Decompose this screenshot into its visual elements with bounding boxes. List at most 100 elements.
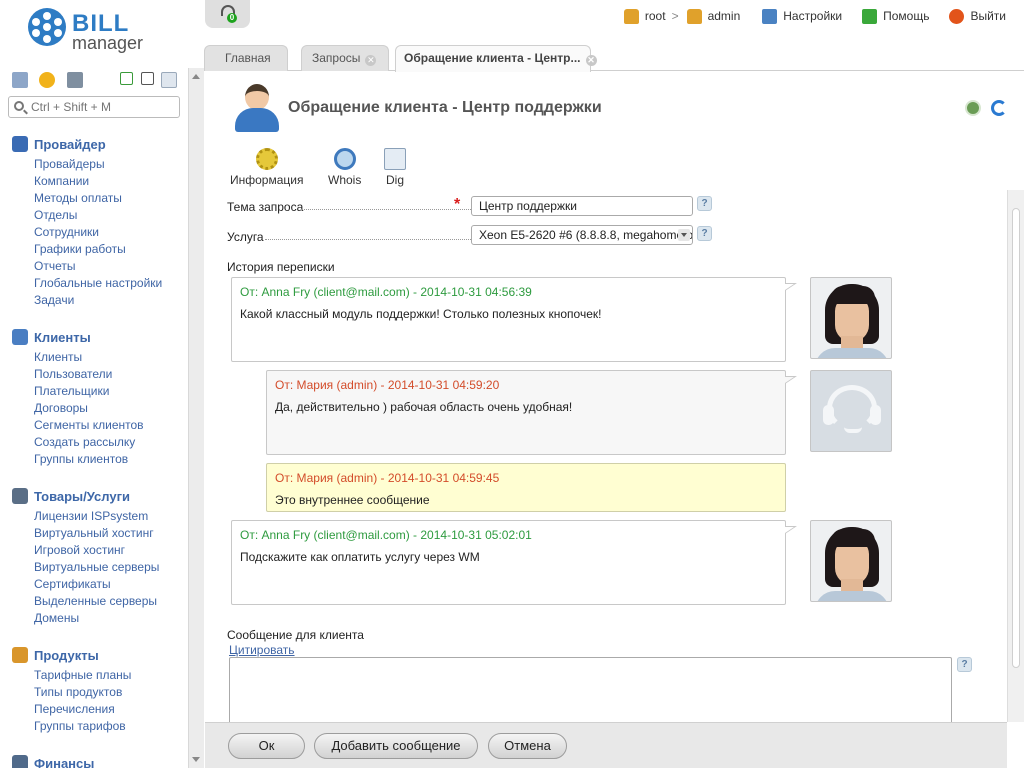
help-button[interactable]: ? <box>697 226 712 241</box>
sidebar-group-header[interactable]: Финансы <box>0 753 188 768</box>
settings-label: Настройки <box>783 9 843 23</box>
message-staff: От: Мария (admin) - 2014-10-31 04:59:20 … <box>266 370 786 455</box>
sidebar-group-products: Продукты Тарифные планы Типы продуктов П… <box>0 645 188 735</box>
sidebar-group-header[interactable]: Товары/Услуги <box>0 486 188 506</box>
sidebar-item[interactable]: Домены <box>0 610 188 627</box>
sidebar-item[interactable]: Перечисления <box>0 701 188 718</box>
service-row: Услуга Xeon E5-2620 #6 (8.8.8.8, megahom… <box>227 225 727 247</box>
service-select[interactable]: Xeon E5-2620 #6 (8.8.8.8, megahome.org) <box>471 225 693 245</box>
sidebar-item[interactable]: Сегменты клиентов <box>0 417 188 434</box>
sidebar-group-provider: Провайдер Провайдеры Компании Методы опл… <box>0 134 188 309</box>
notifications-count-badge: 0 <box>227 13 237 23</box>
help-button[interactable]: ? <box>957 657 972 672</box>
sidebar-item[interactable]: Клиенты <box>0 349 188 366</box>
gear-icon <box>255 148 278 170</box>
logout-label: Выйти <box>970 9 1006 23</box>
sidebar-item[interactable]: Отчеты <box>0 258 188 275</box>
toolbar-dig-button[interactable]: Dig <box>384 148 406 187</box>
sidebar-group-header[interactable]: Провайдер <box>0 134 188 154</box>
user-root[interactable]: root <box>623 8 666 24</box>
sidebar-item[interactable]: Тарифные планы <box>0 667 188 684</box>
subject-field[interactable]: Центр поддержки <box>471 196 693 216</box>
user-navigation: root > admin Настройки Помощь Выйти <box>614 6 1006 26</box>
help-link[interactable]: Помощь <box>862 8 930 24</box>
toolbar-info-button[interactable]: Информация <box>230 148 303 187</box>
sidebar-search-input[interactable] <box>8 96 180 118</box>
sidebar-item[interactable]: Выделенные серверы <box>0 593 188 610</box>
sidebar-item[interactable]: Компании <box>0 173 188 190</box>
sidebar-item[interactable]: Методы оплаты <box>0 190 188 207</box>
notifications-button[interactable]: 0 <box>205 0 250 28</box>
logout-link[interactable]: Выйти <box>949 8 1006 24</box>
dotted-leader <box>301 209 471 210</box>
billmanager-logo[interactable]: BILL manager <box>28 8 158 53</box>
settings-link[interactable]: Настройки <box>762 8 843 24</box>
subject-row: Тема запроса * Центр поддержки ? <box>227 196 727 218</box>
chevron-down-icon <box>678 229 690 241</box>
star-icon[interactable] <box>39 72 55 88</box>
dig-icon <box>384 148 406 170</box>
refresh-icon[interactable] <box>991 100 1007 116</box>
tab-home[interactable]: Главная <box>204 45 288 71</box>
sidebar-item[interactable]: Провайдеры <box>0 156 188 173</box>
sidebar-item[interactable]: Задачи <box>0 292 188 309</box>
sidebar-group-clients: Клиенты Клиенты Пользователи Плательщики… <box>0 327 188 468</box>
help-icon <box>862 8 878 24</box>
pin-icon[interactable] <box>161 72 177 88</box>
toolbar-whois-button[interactable]: Whois <box>328 148 361 187</box>
sidebar-group-header[interactable]: Клиенты <box>0 327 188 347</box>
sidebar-item[interactable]: Игровой хостинг <box>0 542 188 559</box>
clients-icon <box>12 329 28 345</box>
scroll-up-icon[interactable] <box>192 74 200 79</box>
scroll-thumb[interactable] <box>1012 208 1020 668</box>
sidebar-item[interactable]: Отделы <box>0 207 188 224</box>
sidebar-item[interactable]: Графики работы <box>0 241 188 258</box>
close-icon[interactable]: ✕ <box>365 55 377 66</box>
sidebar-scrollbar[interactable] <box>188 68 204 768</box>
sidebar-item[interactable]: Типы продуктов <box>0 684 188 701</box>
sidebar-item[interactable]: Группы клиентов <box>0 451 188 468</box>
sidebar-item[interactable]: Пользователи <box>0 366 188 383</box>
tab-bar: Главная Запросы✕ › Обращение клиента - Ц… <box>204 45 1024 72</box>
tree-view-icon[interactable] <box>12 72 28 88</box>
tab-requests[interactable]: Запросы ✕ <box>301 45 389 71</box>
collapse-all-icon[interactable] <box>141 72 154 85</box>
print-icon[interactable] <box>965 100 981 116</box>
tab-ticket[interactable]: Обращение клиента - Центр... ✕ <box>395 45 597 72</box>
sidebar-item[interactable]: Создать рассылку <box>0 434 188 451</box>
sidebar: Провайдер Провайдеры Компании Методы опл… <box>0 68 188 768</box>
user-admin[interactable]: admin <box>686 8 740 24</box>
logo-mark-icon <box>28 8 66 46</box>
support-person-icon <box>233 84 281 132</box>
sidebar-item[interactable]: Группы тарифов <box>0 718 188 735</box>
sidebar-item[interactable]: Глобальные настройки <box>0 275 188 292</box>
expand-all-icon[interactable] <box>120 72 133 85</box>
message-text: Подскажите как оплатить услугу через WM <box>240 550 480 564</box>
page-title: Обращение клиента - Центр поддержки <box>288 99 602 116</box>
quote-link[interactable]: Цитировать <box>229 643 295 657</box>
sidebar-item[interactable]: Плательщики <box>0 383 188 400</box>
help-label: Помощь <box>883 9 930 23</box>
sidebar-item[interactable]: Сотрудники <box>0 224 188 241</box>
sidebar-item[interactable]: Лицензии ISPsystem <box>0 508 188 525</box>
add-message-button[interactable]: Добавить сообщение <box>314 733 478 759</box>
message-tail <box>785 376 797 386</box>
whois-icon <box>333 148 356 170</box>
form-footer: Ок Добавить сообщение Отмена <box>205 722 1007 768</box>
help-button[interactable]: ? <box>697 196 712 211</box>
sidebar-item[interactable]: Сертификаты <box>0 576 188 593</box>
clipboard-icon[interactable] <box>67 72 83 88</box>
form-scrollbar[interactable] <box>1007 190 1024 722</box>
products-icon <box>12 647 28 663</box>
close-icon[interactable]: ✕ <box>585 55 597 66</box>
scroll-down-icon[interactable] <box>192 757 200 762</box>
sidebar-group-header[interactable]: Продукты <box>0 645 188 665</box>
sidebar-item[interactable]: Виртуальные серверы <box>0 559 188 576</box>
message-meta: От: Мария (admin) - 2014-10-31 04:59:20 <box>275 378 500 392</box>
power-icon <box>949 8 965 24</box>
user-separator: > <box>671 9 679 23</box>
cancel-button[interactable]: Отмена <box>488 733 567 759</box>
ok-button[interactable]: Ок <box>228 733 305 759</box>
sidebar-item[interactable]: Договоры <box>0 400 188 417</box>
sidebar-item[interactable]: Виртуальный хостинг <box>0 525 188 542</box>
